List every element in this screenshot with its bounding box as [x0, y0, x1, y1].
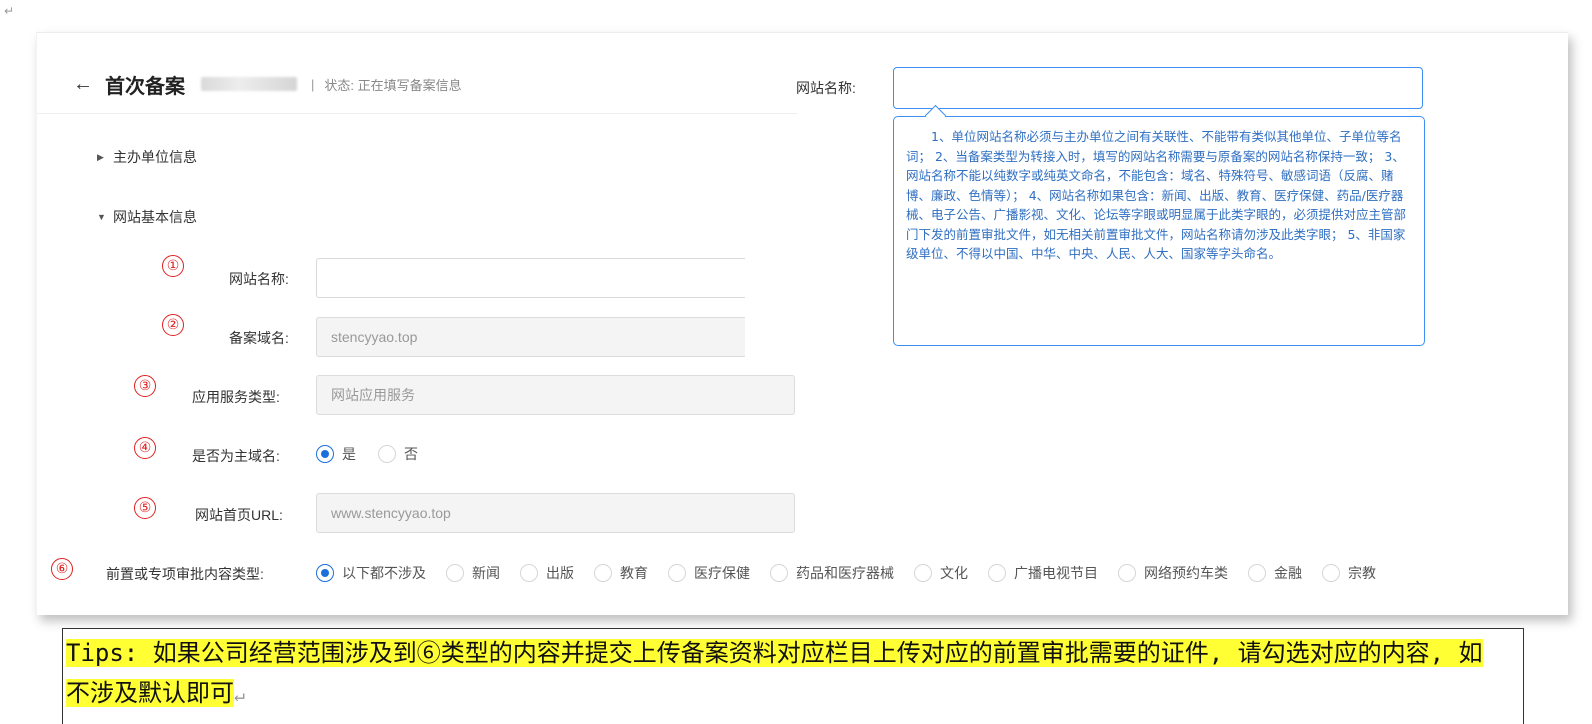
marker-5: ⑤: [134, 497, 156, 519]
site-name-input[interactable]: [316, 258, 745, 298]
return-mark: ↵: [234, 685, 245, 706]
radio-unchecked-icon: [520, 564, 538, 582]
paragraph-mark: ↵: [4, 4, 15, 18]
marker-3: ③: [134, 375, 156, 397]
main-domain-radio-group: 是 否: [316, 444, 440, 464]
redacted-block: [201, 77, 297, 91]
radio-option-none[interactable]: 以下都不涉及: [316, 563, 426, 583]
caret-down-icon: ▼: [97, 212, 106, 222]
site-name-rules-tooltip: 1、单位网站名称必须与主办单位之间有关联性、不能带有类似其他单位、子单位等名词；…: [893, 116, 1425, 346]
domain-label: 备案域名:: [229, 330, 289, 346]
page-title: 首次备案: [105, 75, 185, 98]
caret-right-icon: ▶: [97, 151, 104, 162]
approval-type-label: 前置或专项审批内容类型:: [106, 566, 264, 582]
radio-option-publishing[interactable]: 出版: [520, 563, 574, 583]
header-separator: |: [311, 76, 315, 92]
radio-unchecked-icon: [378, 445, 396, 463]
radio-unchecked-icon: [1118, 564, 1136, 582]
tips-text: Tips: 如果公司经营范围涉及到⑥类型的内容并提交上传备案资料对应栏目上传对应…: [66, 633, 1506, 716]
radio-checked-icon: [316, 564, 334, 582]
approval-type-radio-group: 以下都不涉及 新闻 出版 教育 医疗保健 药品和医疗器械 文化 广播电视节目 网…: [316, 563, 1376, 583]
radio-option-news[interactable]: 新闻: [446, 563, 500, 583]
section-label: 主办单位信息: [113, 149, 197, 165]
marker-2: ②: [162, 314, 184, 336]
radio-unchecked-icon: [1322, 564, 1340, 582]
radio-checked-icon: [316, 445, 334, 463]
popup-site-name-input[interactable]: [893, 67, 1423, 109]
domain-input: stencyyao.top: [316, 317, 745, 357]
page-header: ← 首次备案 | 状态: 正在填写备案信息: [73, 69, 462, 99]
radio-option-yes[interactable]: 是: [316, 444, 356, 464]
radio-option-medicine[interactable]: 药品和医疗器械: [770, 563, 894, 583]
radio-unchecked-icon: [988, 564, 1006, 582]
radio-unchecked-icon: [668, 564, 686, 582]
radio-option-religion[interactable]: 宗教: [1322, 563, 1376, 583]
radio-unchecked-icon: [914, 564, 932, 582]
radio-option-finance[interactable]: 金融: [1248, 563, 1302, 583]
service-type-input: 网站应用服务: [316, 375, 795, 415]
marker-6: ⑥: [51, 558, 73, 580]
radio-option-education[interactable]: 教育: [594, 563, 648, 583]
radio-unchecked-icon: [594, 564, 612, 582]
radio-unchecked-icon: [446, 564, 464, 582]
main-domain-label: 是否为主域名:: [192, 448, 280, 464]
radio-option-ride-hailing[interactable]: 网络预约车类: [1118, 563, 1228, 583]
tips-highlighted-text: Tips: 如果公司经营范围涉及到⑥类型的内容并提交上传备案资料对应栏目上传对应…: [66, 639, 1483, 707]
radio-option-no[interactable]: 否: [378, 444, 418, 464]
section-label: 网站基本信息: [113, 209, 197, 225]
popup-site-name-label: 网站名称:: [796, 80, 856, 96]
site-name-label: 网站名称:: [229, 271, 289, 287]
status-text: 状态: 正在填写备案信息: [324, 77, 462, 93]
homepage-url-input: www.stencyyao.top: [316, 493, 795, 533]
section-sponsor-info[interactable]: ▶ 主办单位信息: [97, 147, 197, 167]
radio-option-culture[interactable]: 文化: [914, 563, 968, 583]
back-arrow-icon[interactable]: ←: [73, 73, 93, 96]
header-divider: [37, 113, 797, 114]
homepage-url-label: 网站首页URL:: [195, 507, 283, 523]
marker-4: ④: [134, 437, 156, 459]
marker-1: ①: [162, 255, 184, 277]
radio-unchecked-icon: [1248, 564, 1266, 582]
radio-option-broadcast[interactable]: 广播电视节目: [988, 563, 1098, 583]
radio-option-healthcare[interactable]: 医疗保健: [668, 563, 750, 583]
section-site-basic-info[interactable]: ▼ 网站基本信息: [97, 207, 197, 227]
radio-unchecked-icon: [770, 564, 788, 582]
service-type-label: 应用服务类型:: [192, 389, 280, 405]
